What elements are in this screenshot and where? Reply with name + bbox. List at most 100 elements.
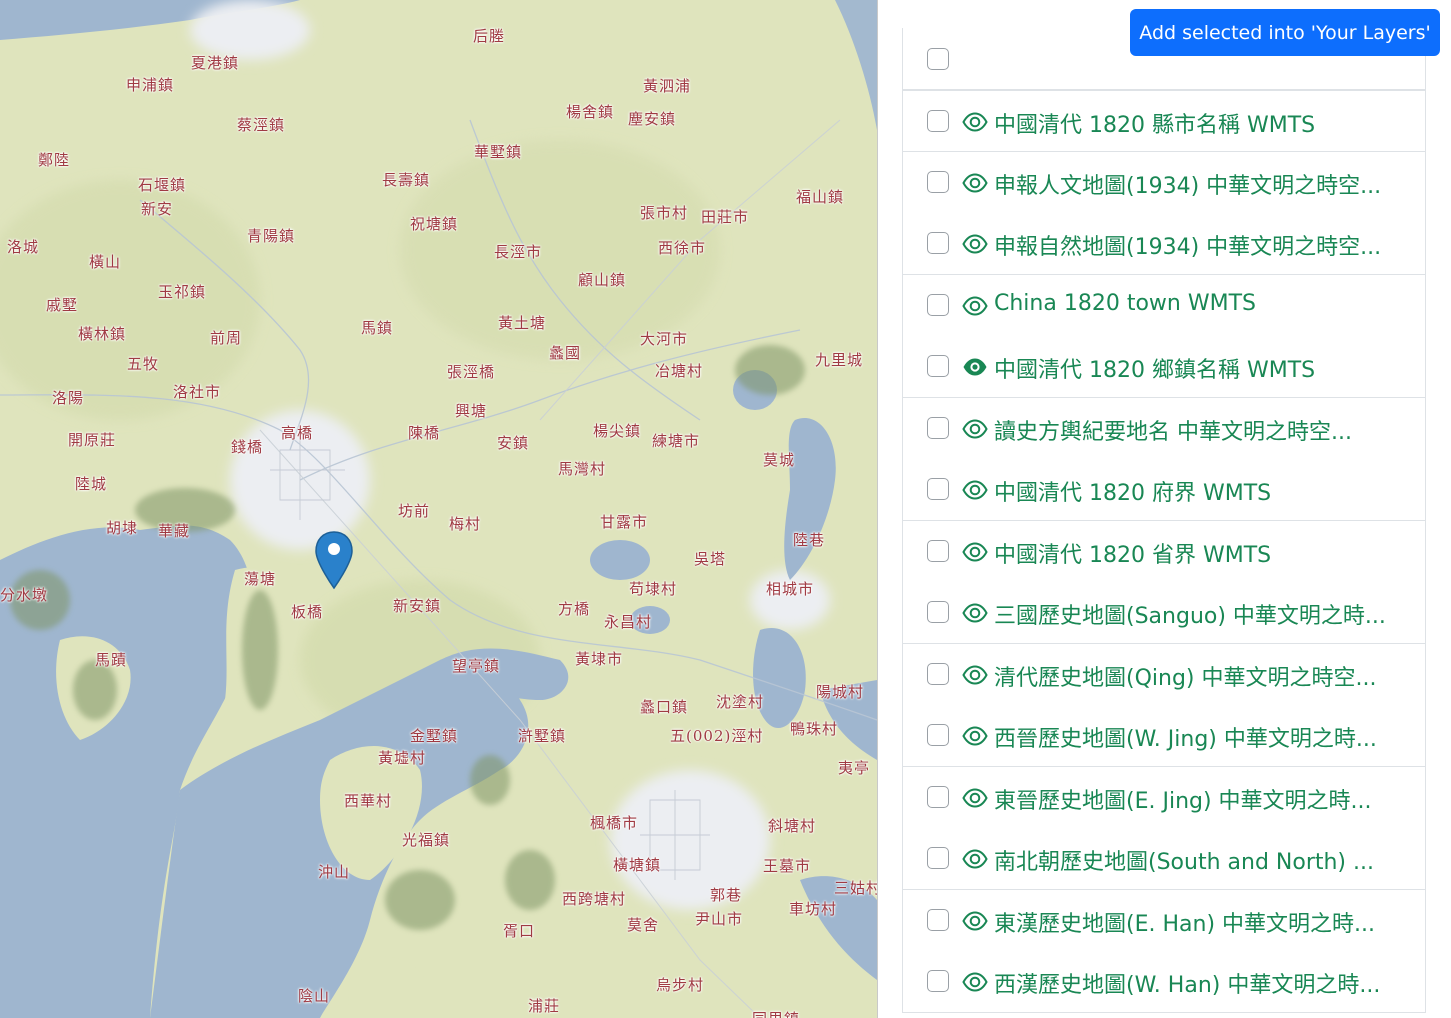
layer-list-item[interactable]: 申報人文地圖(1934) 中華文明之時空...	[902, 151, 1426, 214]
layer-label[interactable]: 清代歷史地圖(Qing) 中華文明之時空...	[994, 660, 1376, 692]
map-place-label: 楊尖鎮	[593, 422, 642, 440]
layer-label[interactable]: 中國清代 1820 省界 WMTS	[994, 537, 1271, 569]
map-place-label: 莫舍	[627, 916, 660, 934]
layer-label[interactable]: 中國清代 1820 府界 WMTS	[994, 475, 1271, 507]
layer-label[interactable]: 讀史方輿紀要地名 中華文明之時空...	[994, 414, 1352, 446]
layer-label[interactable]: 西晉歷史地圖(W. Jing) 中華文明之時...	[994, 721, 1377, 753]
map-place-label: 浦莊	[528, 997, 561, 1015]
map-place-label: 同里鎮	[752, 1008, 800, 1018]
eye-outline-icon[interactable]	[962, 725, 988, 747]
eye-outline-icon[interactable]	[962, 848, 988, 870]
eye-outline-icon[interactable]	[962, 787, 988, 809]
map-place-label: 方橋	[558, 600, 591, 618]
layer-checkbox[interactable]	[927, 110, 949, 132]
layer-label[interactable]: 申報人文地圖(1934) 中華文明之時空...	[994, 168, 1381, 200]
layer-checkbox[interactable]	[927, 662, 949, 685]
layer-list-item[interactable]: 西漢歷史地圖(W. Han) 中華文明之時...	[902, 951, 1426, 1013]
map-place-label: 梅村	[449, 515, 482, 533]
layer-label[interactable]: 西漢歷史地圖(W. Han) 中華文明之時...	[994, 967, 1380, 999]
layer-checkbox[interactable]	[927, 970, 949, 992]
map-place-label: 西華村	[344, 792, 393, 810]
map-place-label: 新安	[141, 200, 174, 218]
add-selected-button[interactable]: Add selected into 'Your Layers'	[1130, 9, 1440, 56]
eye-outline-icon[interactable]	[962, 479, 988, 501]
layer-checkbox[interactable]	[927, 293, 949, 316]
map-place-label: 洛城	[7, 238, 40, 256]
map-place-label: 板橋	[291, 603, 324, 621]
eye-outline-icon[interactable]	[962, 541, 988, 563]
layer-panel: 中國清代 1820 縣市名稱 WMTS 申報人文地圖(1934) 中華文明之時空.…	[878, 0, 1451, 1018]
layer-checkbox[interactable]	[927, 539, 949, 562]
map-place-label: 五牧	[127, 355, 160, 373]
map-place-label: 蔡涇鎮	[237, 116, 286, 134]
layer-list-item[interactable]: 中國清代 1820 省界 WMTS	[902, 520, 1426, 583]
layer-list-item[interactable]: 中國清代 1820 府界 WMTS	[902, 459, 1426, 521]
layer-label[interactable]: 中國清代 1820 鄉鎮名稱 WMTS	[994, 352, 1315, 384]
map-place-label: 斜塘村	[768, 817, 817, 835]
eye-outline-icon[interactable]	[962, 418, 988, 440]
map-place-label: 西徐市	[658, 239, 707, 257]
map-place-label: 前周	[210, 329, 243, 347]
map-place-label: 錢橋	[231, 438, 264, 456]
map-place-label: 郭巷	[710, 886, 743, 904]
map-place-label: 馬灣村	[558, 460, 607, 478]
eye-outline-icon[interactable]	[962, 111, 988, 133]
layer-list-item[interactable]: 申報自然地圖(1934) 中華文明之時空...	[902, 213, 1426, 275]
layer-label[interactable]: 東晉歷史地圖(E. Jing) 中華文明之時...	[994, 783, 1372, 815]
layer-list-item[interactable]: 南北朝歷史地圖(South and North) ...	[902, 828, 1426, 890]
map-view[interactable]: 后塍 夏港鎮 申浦鎮 黃泗浦 楊舍鎮 塵安鎮 蔡涇鎮 華墅鎮 鄭陸 石堰鎮 新安 長壽鎮 張市村 田莊市 福…	[0, 0, 878, 1018]
layer-label[interactable]: 南北朝歷史地圖(South and North) ...	[994, 844, 1374, 876]
layer-list-item[interactable]: 中國清代 1820 鄉鎮名稱 WMTS	[902, 336, 1426, 398]
map-place-label: 沈塗村	[716, 693, 765, 711]
map-place-label: 祝塘鎮	[410, 215, 459, 233]
layer-label[interactable]: 申報自然地圖(1934) 中華文明之時空...	[994, 229, 1381, 261]
eye-outline-icon[interactable]	[962, 172, 988, 194]
layer-checkbox[interactable]	[927, 785, 949, 808]
layer-checkbox[interactable]	[927, 416, 949, 439]
eye-outline-icon[interactable]	[962, 971, 988, 993]
map-place-label: 黃墟村	[378, 749, 427, 767]
map-place-label: 馬鎮	[361, 319, 394, 337]
eye-outline-icon[interactable]	[962, 295, 988, 317]
eye-outline-icon[interactable]	[962, 602, 988, 624]
map-place-label: 陽城村	[816, 683, 865, 701]
layer-label[interactable]: China 1820 town WMTS	[994, 291, 1256, 316]
map-basemap	[0, 0, 877, 1018]
layer-checkbox[interactable]	[927, 48, 949, 70]
map-place-label: 蠡國	[549, 344, 582, 362]
map-place-label: 馬蹟	[95, 651, 128, 669]
layer-list-item[interactable]: 東漢歷史地圖(E. Han) 中華文明之時...	[902, 889, 1426, 952]
layer-checkbox[interactable]	[927, 478, 949, 500]
map-pin-icon[interactable]	[314, 530, 354, 590]
map-place-label: 橫林鎮	[78, 325, 127, 343]
map-place-label: 相城市	[766, 580, 815, 598]
layer-checkbox[interactable]	[927, 170, 949, 193]
layer-checkbox[interactable]	[927, 601, 949, 623]
layer-list-item[interactable]: 東晉歷史地圖(E. Jing) 中華文明之時...	[902, 766, 1426, 829]
layer-checkbox[interactable]	[927, 232, 949, 254]
map-place-label: 坊前	[398, 502, 431, 520]
layer-list-item[interactable]: 讀史方輿紀要地名 中華文明之時空...	[902, 397, 1426, 460]
layer-list-item[interactable]: China 1820 town WMTS	[902, 274, 1426, 337]
layer-label[interactable]: 東漢歷史地圖(E. Han) 中華文明之時...	[994, 906, 1375, 938]
eye-outline-icon[interactable]	[962, 664, 988, 686]
map-place-label: 王墓市	[763, 857, 812, 875]
layer-list-item[interactable]: 清代歷史地圖(Qing) 中華文明之時空...	[902, 643, 1426, 706]
map-place-label: 望亭鎮	[452, 657, 501, 675]
eye-outline-icon[interactable]	[962, 910, 988, 932]
layer-checkbox[interactable]	[927, 355, 949, 377]
map-place-label: 黃埭市	[575, 650, 624, 668]
layer-checkbox[interactable]	[927, 847, 949, 869]
layer-list-item[interactable]: 西晉歷史地圖(W. Jing) 中華文明之時...	[902, 705, 1426, 767]
layer-label[interactable]: 三國歷史地圖(Sanguo) 中華文明之時...	[994, 598, 1386, 630]
eye-filled-icon[interactable]	[962, 356, 988, 378]
layer-checkbox[interactable]	[927, 908, 949, 931]
layer-list-item[interactable]: 三國歷史地圖(Sanguo) 中華文明之時...	[902, 582, 1426, 644]
eye-outline-icon[interactable]	[962, 233, 988, 255]
layer-list-item[interactable]: 中國清代 1820 縣市名稱 WMTS	[902, 90, 1426, 152]
map-place-label: 塵安鎮	[628, 110, 677, 128]
map-place-label: 楊舍鎮	[566, 103, 615, 121]
layer-label[interactable]: 中國清代 1820 縣市名稱 WMTS	[994, 107, 1315, 139]
layer-checkbox[interactable]	[927, 724, 949, 746]
map-place-label: 金墅鎮	[410, 727, 459, 745]
